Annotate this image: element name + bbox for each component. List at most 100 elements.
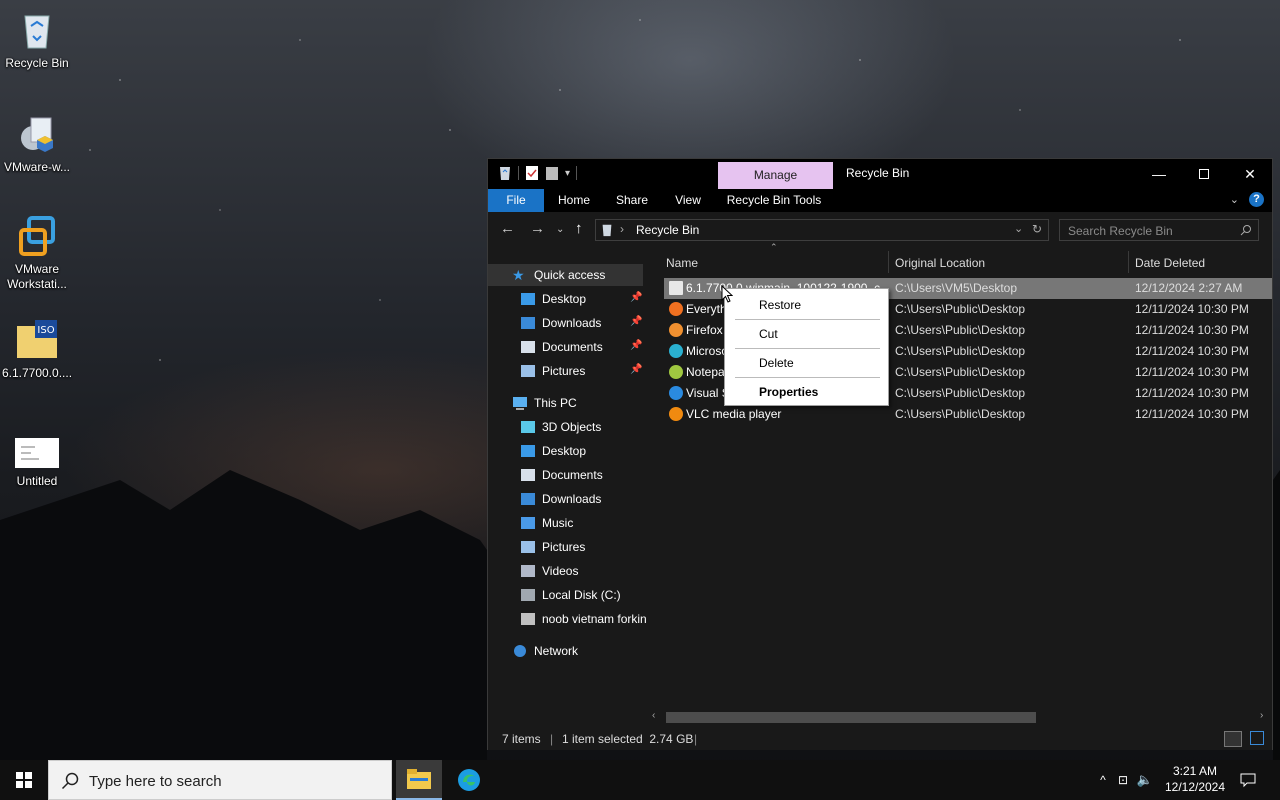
new-folder-icon[interactable] [545,165,559,181]
address-dropdown-icon[interactable]: ⌄ [1014,222,1023,235]
desktop-icon-label: 6.1.7700.0.... [1,366,73,380]
sidebar-item-desktop[interactable]: Desktop [520,440,586,462]
desktop-icon-label: VMware Workstati... [7,262,67,291]
sidebar-item-label: Videos [542,564,579,578]
qat-dropdown-icon[interactable]: ▾ [565,168,570,179]
horizontal-scrollbar[interactable]: ‹ › [648,709,1272,725]
start-button[interactable] [0,760,48,800]
properties-icon[interactable] [525,165,539,181]
clock[interactable]: 3:21 AM 12/12/2024 [1160,763,1230,795]
tab-share[interactable]: Share [612,189,652,212]
up-arrow-icon[interactable]: ↑ [575,220,583,237]
refresh-icon[interactable]: ↻ [1032,222,1042,236]
status-divider: | [694,732,698,746]
scrollbar-thumb[interactable] [666,712,1036,723]
sidebar-item-local-disk-c[interactable]: Local Disk (C:) [520,584,621,606]
sidebar-item-documents[interactable]: Documents [520,464,603,486]
pin-icon[interactable]: 📌 [630,340,642,351]
help-icon[interactable]: ? [1249,192,1264,207]
tab-home[interactable]: Home [554,189,594,212]
address-bar[interactable]: › Recycle Bin ⌄ ↻ [595,219,1049,241]
sidebar-item-network[interactable]: Network [512,640,578,662]
network-drive-icon [520,611,536,627]
recycle-bin-icon [15,8,59,52]
menu-item-properties[interactable]: Properties [759,385,818,399]
network-status-icon[interactable]: ⊡ [1112,773,1134,787]
tab-file[interactable]: File [488,189,544,212]
file-row[interactable]: VLC media player C:\Users\Public\Desktop 1… [664,404,1272,425]
search-icon [61,772,79,790]
taskbar-edge[interactable] [446,760,492,800]
pin-icon[interactable]: 📌 [630,316,642,327]
sidebar-item-downloads[interactable]: Downloads [520,312,601,334]
file-location: C:\Users\Public\Desktop [895,323,1026,337]
desktop-icon-vmware-installer[interactable]: VMware-w... [0,112,74,175]
sort-up-icon: ⌃ [770,242,778,252]
column-header-date[interactable]: Date Deleted [1135,250,1205,276]
tab-manage[interactable]: Manage [718,162,833,189]
desktop-icon-vmware-workstation[interactable]: VMware Workstati... [0,214,74,292]
downloads-icon [520,315,536,331]
menu-item-cut[interactable]: Cut [759,327,778,341]
file-location: C:\Users\Public\Desktop [895,302,1026,316]
details-view-icon[interactable] [1224,731,1242,747]
tab-view[interactable]: View [668,189,708,212]
search-box[interactable]: Search Recycle Bin [1059,219,1259,241]
sidebar-item-downloads[interactable]: Downloads [520,488,601,510]
mouse-cursor-icon [721,285,733,303]
sidebar-item-desktop[interactable]: Desktop [520,288,586,310]
close-button[interactable]: ✕ [1227,159,1273,189]
column-divider[interactable] [1128,251,1129,273]
file-date-deleted: 12/11/2024 10:30 PM [1135,386,1249,400]
sidebar-item-this-pc[interactable]: This PC [512,392,577,414]
desktop-icon-untitled[interactable]: Untitled [0,438,74,489]
system-tray: ^ ⊡ 🔈 [1094,760,1156,800]
taskbar-file-explorer[interactable] [396,760,442,800]
menu-item-delete[interactable]: Delete [759,356,794,370]
network-icon [512,643,528,659]
recent-locations-icon[interactable]: ⌄ [556,224,564,235]
sidebar-item-documents[interactable]: Documents [520,336,603,358]
forward-arrow-icon[interactable]: → [530,220,545,237]
svg-text:ISO: ISO [37,325,54,336]
title-bar[interactable]: ▾ Manage Recycle Bin — ✕ [488,159,1272,189]
pin-icon[interactable]: 📌 [630,292,642,303]
back-arrow-icon[interactable]: ← [500,220,515,237]
sidebar-item-noob-vietnam-forkin[interactable]: noob vietnam forkin [520,608,646,630]
desktop-icon-iso[interactable]: ISO 6.1.7700.0.... [0,318,74,381]
scroll-right-icon[interactable]: › [1260,710,1263,721]
breadcrumb[interactable]: Recycle Bin [636,223,699,237]
desktop-icon-label: Untitled [16,474,58,488]
scroll-left-icon[interactable]: ‹ [652,710,655,721]
sidebar-item-pictures[interactable]: Pictures [520,360,585,382]
sidebar-item-videos[interactable]: Videos [520,560,578,582]
maximize-button[interactable] [1181,159,1227,189]
sidebar-item-3d-objects[interactable]: 3D Objects [520,416,601,438]
desktop-icon-label: Recycle Bin [5,56,69,70]
tab-recycle-bin-tools[interactable]: Recycle Bin Tools [724,189,824,212]
column-header-name[interactable]: Name [666,250,698,276]
sidebar-item-quick-access[interactable]: ★ Quick access [512,264,605,286]
drive-icon [520,587,536,603]
clock-time: 3:21 AM [1172,764,1218,778]
menu-item-restore[interactable]: Restore [759,298,801,312]
column-divider[interactable] [888,251,889,273]
expand-ribbon-icon[interactable]: ⌄ [1230,193,1239,206]
sidebar-item-pictures[interactable]: Pictures [520,536,585,558]
pin-icon[interactable]: 📌 [630,364,642,375]
item-count: 7 items [502,732,541,746]
image-thumbnail-icon [15,438,59,470]
desktop-icon-recycle-bin[interactable]: Recycle Bin [0,8,74,71]
menu-separator [735,348,880,349]
large-icons-view-icon[interactable] [1250,731,1264,745]
minimize-button[interactable]: — [1136,159,1182,189]
notifications-button[interactable] [1234,760,1262,800]
everything-icon [668,301,684,317]
sidebar-item-label: Desktop [542,444,587,458]
volume-muted-icon[interactable]: 🔈 [1134,772,1156,788]
sidebar-item-music[interactable]: Music [520,512,573,534]
sidebar-item-label: noob vietnam forkin [542,612,646,626]
show-hidden-icons-icon[interactable]: ^ [1094,773,1112,787]
taskbar-search-box[interactable]: Type here to search [48,760,392,800]
column-header-location[interactable]: Original Location [895,250,985,276]
